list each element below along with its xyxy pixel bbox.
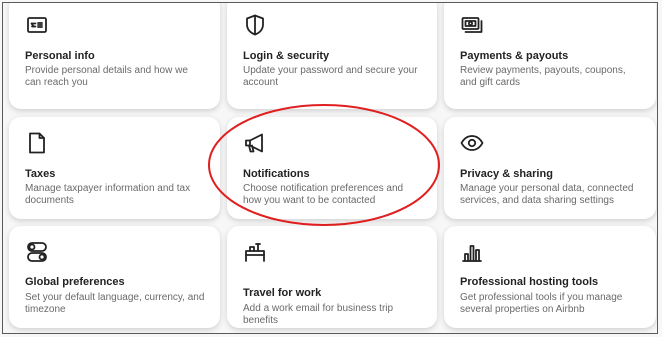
card-notifications[interactable]: Notifications Choose notification prefer… [227, 117, 437, 219]
card-description: Review payments, payouts, coupons, and g… [460, 65, 626, 88]
card-description: Manage taxpayer information and tax docu… [25, 183, 191, 206]
card-privacy-sharing[interactable]: Privacy & sharing Manage your personal d… [444, 117, 656, 219]
eye-icon [460, 131, 484, 155]
account-settings-grid: Personal info Provide personal details a… [2, 2, 658, 334]
card-travel-for-work[interactable]: Travel for work Add a work email for bus… [227, 226, 437, 328]
card-title: Payments & payouts [460, 50, 569, 62]
card-description: Add a work email for business trip benef… [243, 303, 394, 326]
toggles-icon [25, 240, 49, 264]
card-title: Global preferences [25, 276, 125, 288]
card-description: Choose notification preferences and how … [243, 183, 404, 206]
shield-icon [243, 13, 267, 37]
payments-icon [460, 13, 484, 37]
card-description: Get professional tools if you manage sev… [460, 292, 623, 315]
card-title: Professional hosting tools [460, 276, 599, 288]
card-title: Login & security [243, 50, 330, 62]
briefcase-desk-icon [243, 240, 267, 264]
megaphone-icon [243, 131, 267, 155]
card-global-preferences[interactable]: Global preferences Set your default lang… [9, 226, 220, 328]
card-taxes[interactable]: Taxes Manage taxpayer information and ta… [9, 117, 220, 219]
card-title: Taxes [25, 168, 56, 180]
card-title: Privacy & sharing [460, 168, 553, 180]
card-professional-hosting-tools[interactable]: Professional hosting tools Get professio… [444, 226, 656, 328]
card-title: Notifications [243, 168, 310, 180]
card-description: Provide personal details and how we can … [25, 65, 188, 88]
card-description: Set your default language, currency, and… [25, 292, 205, 315]
document-icon [25, 131, 49, 155]
card-description: Update your password and secure your acc… [243, 65, 418, 88]
card-title: Personal info [25, 50, 95, 62]
card-login-security[interactable]: Login & security Update your password an… [227, 3, 437, 109]
bar-chart-icon [460, 240, 484, 264]
id-card-icon [25, 13, 49, 37]
card-title: Travel for work [243, 287, 322, 299]
card-description: Manage your personal data, connected ser… [460, 183, 634, 206]
card-personal-info[interactable]: Personal info Provide personal details a… [9, 3, 220, 109]
card-payments-payouts[interactable]: Payments & payouts Review payments, payo… [444, 3, 656, 109]
